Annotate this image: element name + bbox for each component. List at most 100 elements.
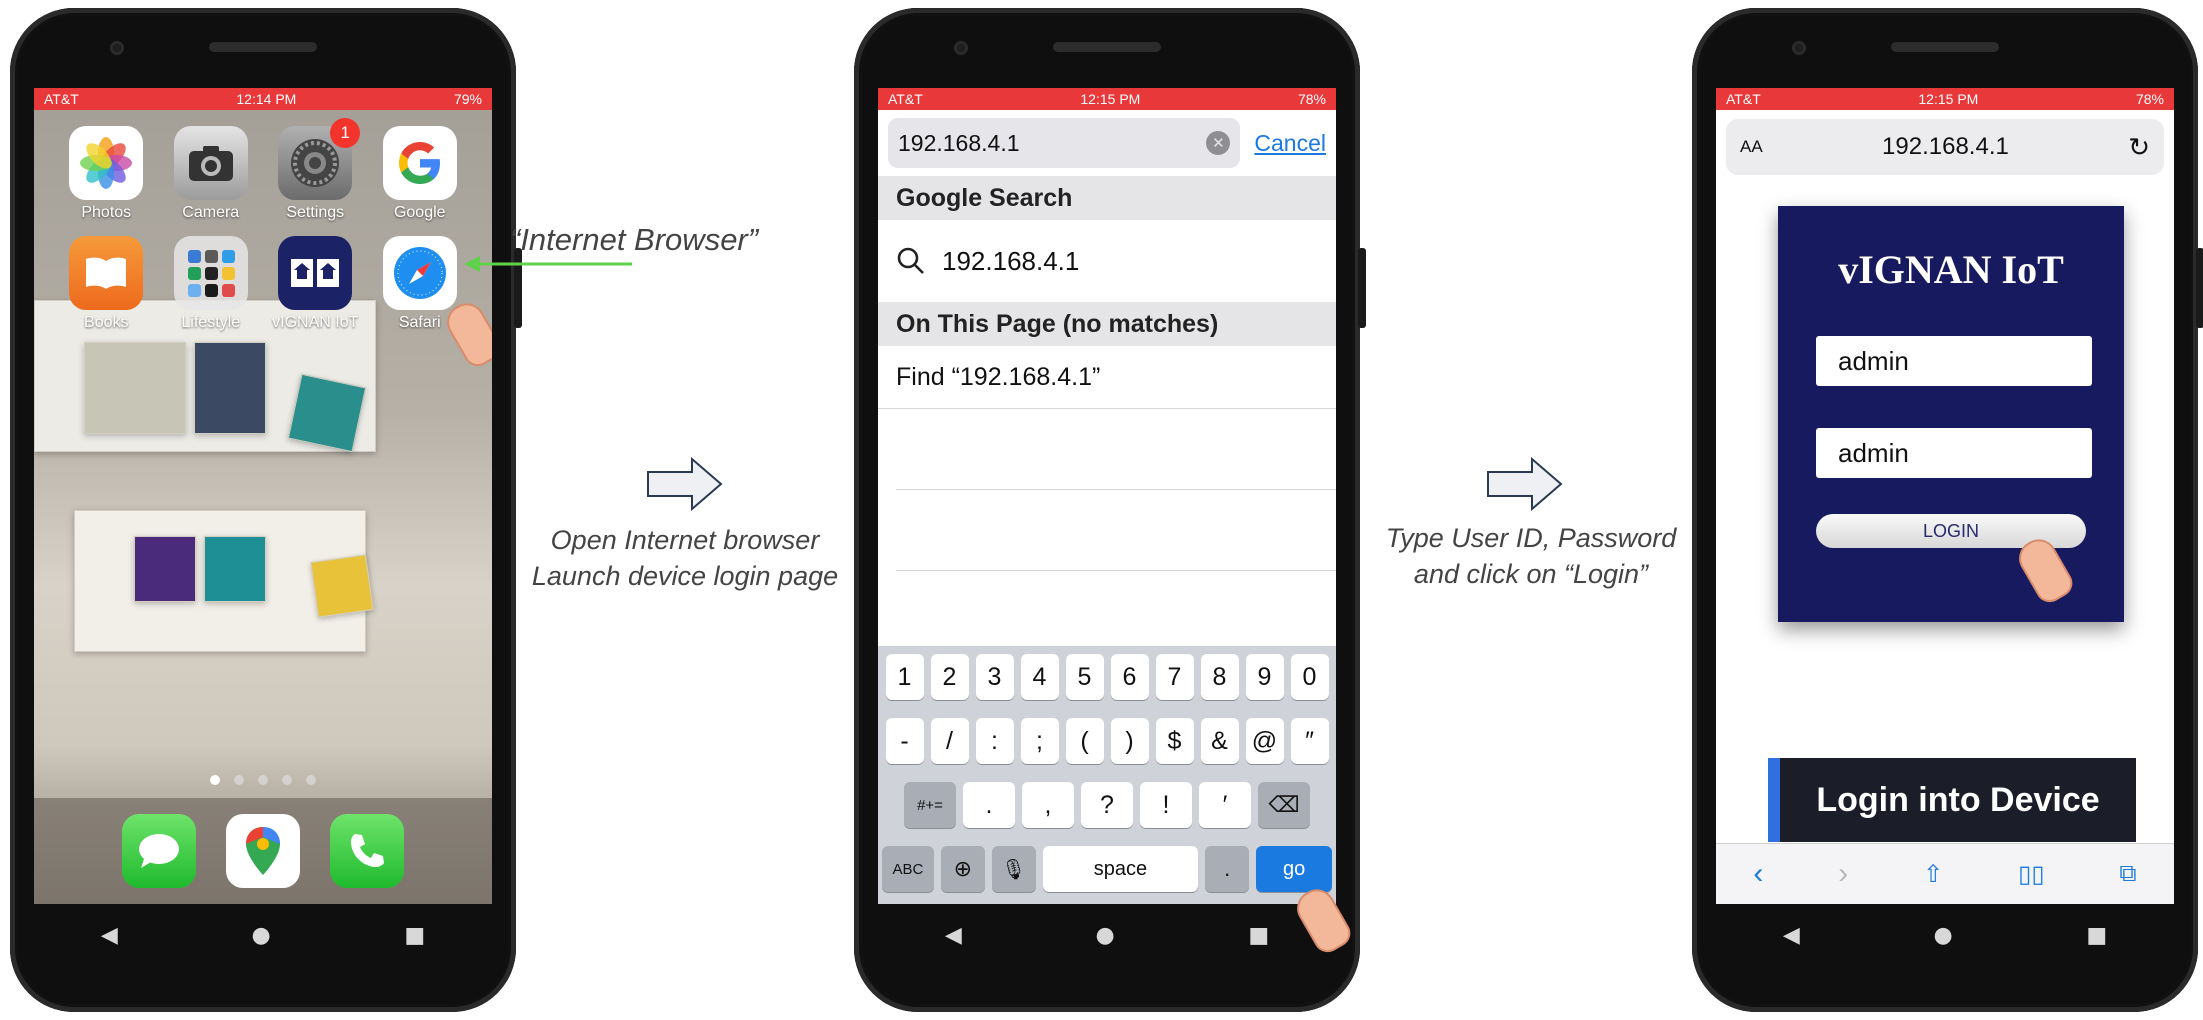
empty-row bbox=[896, 490, 1336, 571]
key[interactable]: 3 bbox=[975, 654, 1014, 700]
recents-nav-icon[interactable]: ■ bbox=[1248, 923, 1269, 948]
back-nav-icon[interactable]: ◀ bbox=[101, 923, 118, 948]
key[interactable]: ; bbox=[1020, 718, 1059, 764]
bookmarks-icon[interactable]: ▯▯ bbox=[2018, 860, 2044, 889]
url-input[interactable]: 192.168.4.1 ✕ bbox=[888, 118, 1241, 168]
key[interactable]: $ bbox=[1155, 718, 1194, 764]
back-nav-icon[interactable]: ◀ bbox=[945, 923, 962, 948]
tabs-icon[interactable]: ⧉ bbox=[2119, 860, 2136, 888]
app-folder-lifestyle[interactable]: Lifestyle bbox=[159, 236, 264, 332]
app-photos[interactable]: Photos bbox=[54, 126, 159, 222]
space-key[interactable]: space bbox=[1042, 846, 1199, 892]
side-button bbox=[2196, 248, 2203, 328]
forward-icon[interactable]: › bbox=[1838, 857, 1848, 891]
search-icon bbox=[897, 247, 924, 274]
key[interactable]: ? bbox=[1081, 782, 1133, 828]
key[interactable]: ( bbox=[1065, 718, 1104, 764]
battery-label: 78% bbox=[1297, 91, 1326, 107]
key[interactable]: 5 bbox=[1065, 654, 1104, 700]
android-nav-bar: ◀ ● ■ bbox=[1716, 904, 2174, 966]
recents-nav-icon[interactable]: ■ bbox=[2086, 923, 2107, 948]
go-button[interactable]: go bbox=[1256, 846, 1332, 892]
key[interactable]: 9 bbox=[1245, 654, 1284, 700]
battery-label: 79% bbox=[453, 91, 482, 107]
share-icon[interactable]: ⇧ bbox=[1923, 860, 1943, 889]
back-nav-icon[interactable]: ◀ bbox=[1783, 923, 1800, 948]
user-id-input[interactable]: admin bbox=[1816, 336, 2092, 386]
messages-icon[interactable] bbox=[122, 814, 196, 888]
dot-key[interactable]: . bbox=[1205, 846, 1250, 892]
home-nav-icon[interactable]: ● bbox=[251, 923, 270, 948]
phone-browser-search: AT&T 12:15 PM 78% 192.168.4.1 ✕ Cancel G… bbox=[854, 8, 1366, 1012]
status-bar: AT&T 12:15 PM 78% bbox=[1716, 88, 2174, 110]
app-label: Safari bbox=[398, 314, 441, 331]
app-label: Books bbox=[84, 314, 129, 331]
home-screen: AT&T 12:14 PM 79% Photos Camera 1 Settin… bbox=[34, 88, 492, 904]
status-bar: AT&T 12:15 PM 78% bbox=[878, 88, 1336, 110]
app-google[interactable]: Google bbox=[368, 126, 473, 222]
key[interactable]: 6 bbox=[1110, 654, 1149, 700]
key[interactable]: ″ bbox=[1290, 718, 1329, 764]
home-nav-icon[interactable]: ● bbox=[1095, 923, 1114, 948]
switch-panel-image bbox=[194, 342, 266, 434]
login-page-screen: AT&T 12:15 PM 78% AA 192.168.4.1 ↻ vIGNA… bbox=[1716, 88, 2174, 904]
maps-icon[interactable] bbox=[226, 814, 300, 888]
key[interactable]: : bbox=[975, 718, 1014, 764]
home-nav-icon[interactable]: ● bbox=[1933, 923, 1952, 948]
app-label: Camera bbox=[182, 204, 240, 221]
side-button bbox=[1358, 248, 1366, 328]
url-input-value: 192.168.4.1 bbox=[898, 129, 1020, 156]
microphone-icon[interactable]: 🎙 bbox=[991, 846, 1036, 892]
step2-caption: Type User ID, Password and click on “Log… bbox=[1376, 520, 1686, 592]
password-input[interactable]: admin bbox=[1816, 428, 2092, 478]
url-text: 192.168.4.1 bbox=[1882, 133, 2009, 160]
app-vignan-iot[interactable]: vIGNAN IoT bbox=[263, 236, 368, 332]
vignan-iot-icon bbox=[278, 236, 353, 310]
key[interactable]: ) bbox=[1110, 718, 1149, 764]
url-field[interactable]: AA 192.168.4.1 ↻ bbox=[1726, 119, 2164, 175]
key[interactable]: 1 bbox=[885, 654, 924, 700]
app-books[interactable]: Books bbox=[54, 236, 159, 332]
delete-key-icon[interactable]: ⌫ bbox=[1258, 782, 1310, 828]
recents-nav-icon[interactable]: ■ bbox=[404, 923, 425, 948]
globe-icon[interactable]: ⊕ bbox=[940, 846, 985, 892]
key[interactable]: ! bbox=[1140, 782, 1192, 828]
step1-line2: Launch device login page bbox=[531, 561, 839, 591]
app-settings[interactable]: 1 Settings bbox=[263, 118, 368, 222]
phone-home-screen: AT&T 12:14 PM 79% Photos Camera 1 Settin… bbox=[10, 8, 522, 1012]
back-icon[interactable]: ‹ bbox=[1753, 857, 1763, 891]
numeric-keyboard: 1 2 3 4 5 6 7 8 9 0 - / : ; ( ) $ & @ ″ … bbox=[878, 646, 1336, 904]
clear-icon[interactable]: ✕ bbox=[1206, 131, 1231, 155]
step2-line2: and click on “Login” bbox=[1413, 559, 1649, 589]
key[interactable]: ′ bbox=[1199, 782, 1251, 828]
earpiece bbox=[1891, 42, 1999, 52]
key[interactable]: / bbox=[930, 718, 969, 764]
step2-line1: Type User ID, Password bbox=[1385, 523, 1677, 553]
keyboard-row: 1 2 3 4 5 6 7 8 9 0 bbox=[882, 654, 1332, 700]
text-size-button[interactable]: AA bbox=[1740, 137, 1763, 157]
app-camera[interactable]: Camera bbox=[159, 126, 264, 222]
key[interactable]: 7 bbox=[1155, 654, 1194, 700]
key[interactable]: @ bbox=[1245, 718, 1284, 764]
app-label: Settings bbox=[286, 204, 345, 221]
abc-key[interactable]: ABC bbox=[882, 846, 934, 892]
empty-row bbox=[896, 409, 1336, 490]
phone-icon[interactable] bbox=[330, 814, 404, 888]
earpiece bbox=[1053, 42, 1161, 52]
app-label: Google bbox=[393, 204, 446, 221]
key[interactable]: 2 bbox=[930, 654, 969, 700]
key[interactable]: , bbox=[1022, 782, 1074, 828]
key[interactable]: 4 bbox=[1020, 654, 1059, 700]
key[interactable]: - bbox=[885, 718, 924, 764]
symbols-mode-key[interactable]: #+= bbox=[904, 782, 956, 828]
app-label: Photos bbox=[81, 204, 132, 221]
key[interactable]: 0 bbox=[1290, 654, 1329, 700]
key[interactable]: . bbox=[963, 782, 1015, 828]
phone-device-login: AT&T 12:15 PM 78% AA 192.168.4.1 ↻ vIGNA… bbox=[1692, 8, 2203, 1012]
find-on-page-row[interactable]: Find “192.168.4.1” bbox=[878, 346, 1336, 409]
search-suggestion[interactable]: 192.168.4.1 bbox=[878, 220, 1336, 302]
reload-icon[interactable]: ↻ bbox=[2128, 132, 2150, 163]
cancel-button[interactable]: Cancel bbox=[1254, 130, 1326, 157]
key[interactable]: & bbox=[1200, 718, 1239, 764]
key[interactable]: 8 bbox=[1200, 654, 1239, 700]
